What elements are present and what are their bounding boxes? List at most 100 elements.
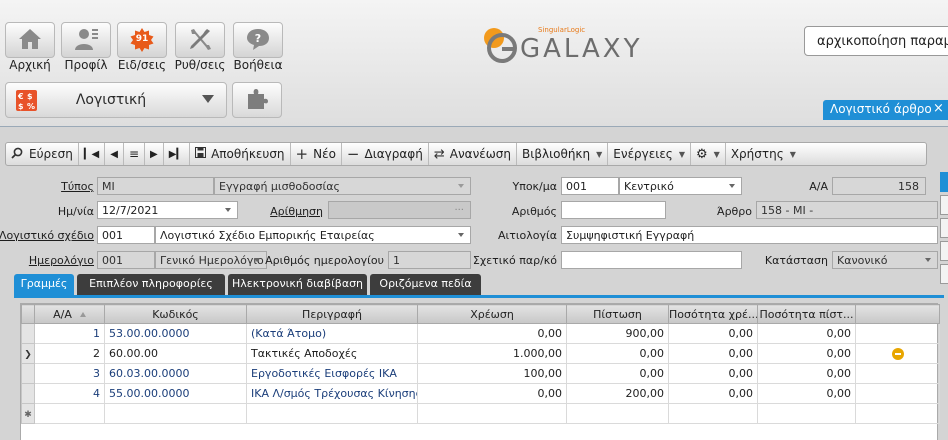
first-record-button[interactable]: ▎◀ [79,143,106,165]
next-record-button[interactable]: ▶ [145,143,164,165]
cell-debit-quantity[interactable]: 0,00 [668,383,758,404]
row-selector[interactable] [21,383,35,404]
cell-code[interactable]: 60.00.00 [104,343,247,364]
record-list-button[interactable]: ≡ [124,143,145,165]
settings-button[interactable] [175,22,225,58]
side-button-1[interactable] [940,172,948,192]
user-button[interactable]: Χρήστης ▼ [726,143,801,165]
new-row[interactable]: ✱ [21,403,940,424]
row-selector[interactable] [21,363,35,384]
status-field[interactable]: Κανονικό [832,251,938,269]
cell-credit-quantity[interactable]: 0,00 [757,323,856,344]
cell-description[interactable] [246,403,418,424]
cell-description[interactable]: Τακτικές Αποδοχές [246,343,418,364]
journal-label[interactable]: Ημερολόγιο [29,254,94,267]
home-button[interactable] [5,22,55,58]
side-button-4[interactable] [940,241,948,261]
column-header-debit[interactable]: Χρέωση [417,304,567,324]
new-button[interactable]: + Νέο [291,143,342,165]
library-button[interactable]: Βιβλιοθήκη ▼ [517,143,609,165]
notifications-button[interactable]: 91 [117,22,167,58]
remove-row-icon[interactable] [891,348,904,360]
module-selector[interactable]: € $ $% Λογιστική [5,82,227,118]
cell-debit[interactable]: 1.000,00 [417,343,567,364]
row-selector[interactable]: ❯ [21,343,35,364]
gear-menu-button[interactable]: ⚙ ▼ [691,143,726,165]
cell-debit-quantity[interactable] [668,403,758,424]
cell-debit-quantity[interactable]: 0,00 [668,323,758,344]
cell-description[interactable]: Εργοδοτικές Εισφορές ΙΚΑ [246,363,418,384]
accounting-plan-code-field[interactable]: 001 [97,226,155,244]
find-button[interactable]: Εύρεση [6,143,79,165]
column-header-debit-quantity[interactable]: Ποσότητα χρέ... [668,304,758,324]
column-header-credit-quantity[interactable]: Ποσότητα πίστ... [757,304,856,324]
cell-debit[interactable]: 0,00 [417,323,567,344]
open-document-tab[interactable]: Λογιστικό άρθρο × [823,100,948,120]
cell-code[interactable]: 60.03.00.0000 [104,363,247,384]
cell-credit-quantity[interactable] [757,403,856,424]
journal-code-field[interactable]: 001 [97,251,155,269]
cell-debit[interactable]: 0,00 [417,383,567,404]
accounting-plan-description-field[interactable]: Λογιστικό Σχέδιο Εμπορικής Εταιρείας [155,226,471,244]
cell-debit[interactable] [417,403,567,424]
cell-credit[interactable]: 900,00 [566,323,669,344]
table-row[interactable]: ❯ 2 60.00.00 Τακτικές Αποδοχές 1.000,00 … [21,343,940,364]
cell-aa[interactable]: 1 [34,323,105,344]
cell-debit-quantity[interactable]: 0,00 [668,343,758,364]
cell-debit-quantity[interactable]: 0,00 [668,363,758,384]
cell-aa[interactable] [34,403,105,424]
row-selector[interactable]: ✱ [21,403,35,424]
cell-code[interactable]: 53.00.00.0000 [104,323,247,344]
tab-lines[interactable]: Γραμμές [14,274,74,295]
close-icon[interactable]: × [933,101,944,116]
numbering-label[interactable]: Αρίθμηση [270,205,323,218]
number-field[interactable] [561,201,666,219]
cell-credit[interactable]: 0,00 [566,363,669,384]
side-button-2[interactable] [940,195,948,215]
cell-code[interactable]: 55.00.00.0000 [104,383,247,404]
last-record-button[interactable]: ▶▎ [164,143,191,165]
cell-debit[interactable]: 100,00 [417,363,567,384]
search-input[interactable]: αρχικοποίηση παραμετ [804,26,948,56]
previous-record-button[interactable]: ◀ [105,143,124,165]
tab-custom-fields[interactable]: Οριζόμενα πεδία [370,274,481,295]
journal-description-field[interactable]: Γενικό Ημερολόγιο [155,251,267,269]
branch-description-field[interactable]: Κεντρικό [619,177,742,195]
type-description-field[interactable]: Εγγραφή μισθοδοσίας [214,177,471,195]
save-button[interactable]: Αποθήκευση [190,143,291,165]
accounting-plan-label[interactable]: Λογιστικό σχέδιο [0,229,94,242]
side-button-5[interactable] [940,264,948,284]
date-field[interactable]: 12/7/2021 [97,201,238,219]
cell-credit-quantity[interactable]: 0,00 [757,383,856,404]
plugins-button[interactable] [232,82,282,118]
cell-aa[interactable]: 2 [34,343,105,364]
actions-button[interactable]: Ενέργειες ▼ [608,143,692,165]
cell-description[interactable]: ΙΚΑ Λ/σμός Τρέχουσας Κίνησης [246,383,418,404]
cell-code[interactable] [104,403,247,424]
tab-electronic-transmission[interactable]: Ηλεκτρονική διαβίβαση [228,274,367,295]
help-button[interactable]: ? [233,22,283,58]
branch-code-field[interactable]: 001 [561,177,619,195]
table-row[interactable]: 4 55.00.00.0000 ΙΚΑ Λ/σμός Τρέχουσας Κίν… [21,383,940,404]
delete-button[interactable]: − Διαγραφή [342,143,429,165]
cell-aa[interactable]: 3 [34,363,105,384]
cell-credit[interactable]: 200,00 [566,383,669,404]
side-button-3[interactable] [940,218,948,238]
cell-description[interactable]: (Κατά Άτομο) [246,323,418,344]
cell-credit-quantity[interactable]: 0,00 [757,343,856,364]
column-header-description[interactable]: Περιγραφή [246,304,418,324]
table-row[interactable]: 3 60.03.00.0000 Εργοδοτικές Εισφορές ΙΚΑ… [21,363,940,384]
type-label[interactable]: Τύπος [61,180,94,193]
cell-aa[interactable]: 4 [34,383,105,404]
column-header-credit[interactable]: Πίστωση [566,304,669,324]
table-row[interactable]: 1 53.00.00.0000 (Κατά Άτομο) 0,00 900,00… [21,323,940,344]
type-code-field[interactable]: MI [97,177,214,195]
cell-credit[interactable] [566,403,669,424]
refresh-button[interactable]: ⇄ Ανανέωση [429,143,518,165]
reason-field[interactable]: Συμψηφιστική Εγγραφή [561,226,938,244]
column-header-code[interactable]: Κωδικός [104,304,247,324]
related-document-field[interactable] [561,251,742,269]
cell-credit-quantity[interactable]: 0,00 [757,363,856,384]
tab-additional-info[interactable]: Επιπλέον πληροφορίες [77,274,225,295]
column-header-aa[interactable]: Α/Α [34,304,105,324]
